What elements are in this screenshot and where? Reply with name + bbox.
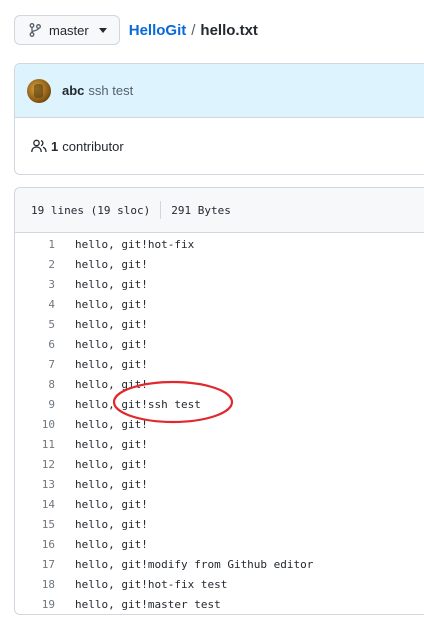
avatar[interactable] [27, 78, 51, 103]
line-text: hello, git! [75, 517, 148, 531]
line-number[interactable]: 13 [15, 478, 75, 491]
line-text: hello, git! [75, 317, 148, 331]
breadcrumb: HelloGit / hello.txt [129, 22, 258, 39]
file-viewer: 19 lines (19 sloc) 291 Bytes 1 hello, git… [14, 187, 424, 615]
line-number[interactable]: 15 [15, 518, 75, 531]
line-text: hello, git!hot-fix test [75, 577, 228, 591]
line-number[interactable]: 11 [15, 438, 75, 451]
code-body: 1 hello, git!hot-fix 2 hello, git! 3 hello, g… [15, 233, 424, 614]
code-line: 6 hello, git! [15, 334, 424, 354]
code-line: 1 hello, git!hot-fix [15, 234, 424, 254]
code-line: 14 hello, git! [15, 494, 424, 514]
line-text: hello, git!modify from Github editor [75, 557, 314, 571]
line-text: hello, git! [75, 497, 148, 511]
latest-commit-box: abc ssh test 1 contributor [14, 63, 424, 175]
code-line: 9 hello, git!ssh test [15, 394, 424, 414]
code-line: 16 hello, git! [15, 534, 424, 554]
code-line: 12 hello, git! [15, 454, 424, 474]
repo-link[interactable]: HelloGit [129, 22, 187, 39]
code-line: 10 hello, git! [15, 414, 424, 434]
line-number[interactable]: 8 [15, 378, 75, 391]
line-text: hello, git! [75, 337, 148, 351]
code-line: 11 hello, git! [15, 434, 424, 454]
commit-message[interactable]: ssh test [88, 83, 133, 98]
branch-name: master [49, 22, 89, 38]
code-line: 5 hello, git! [15, 314, 424, 334]
line-number[interactable]: 4 [15, 298, 75, 311]
commit-author[interactable]: abc [62, 83, 84, 98]
line-text: hello, git! [75, 457, 148, 471]
line-number[interactable]: 1 [15, 238, 75, 251]
line-text: hello, git! [75, 297, 148, 311]
file-header-bar: master HelloGit / hello.txt [14, 15, 258, 45]
line-number[interactable]: 18 [15, 578, 75, 591]
file-size: 291 Bytes [171, 203, 231, 217]
line-number[interactable]: 14 [15, 498, 75, 511]
branch-select-button[interactable]: master [14, 15, 120, 45]
file-name: hello.txt [200, 21, 258, 39]
code-line: 13 hello, git! [15, 474, 424, 494]
code-line: 19 hello, git!master test [15, 594, 424, 614]
code-line: 17 hello, git!modify from Github editor [15, 554, 424, 574]
code-line: 8 hello, git! [15, 374, 424, 394]
line-number[interactable]: 7 [15, 358, 75, 371]
line-number[interactable]: 12 [15, 458, 75, 471]
line-text: hello, git! [75, 277, 148, 291]
code-line: 2 hello, git! [15, 254, 424, 274]
divider [160, 201, 162, 219]
line-text: hello, git! [75, 377, 148, 391]
code-line: 15 hello, git! [15, 514, 424, 534]
line-number[interactable]: 16 [15, 538, 75, 551]
git-branch-icon [29, 23, 41, 37]
line-text: hello, git! [75, 477, 148, 491]
line-text: hello, git!hot-fix [75, 237, 195, 251]
line-text: hello, git! [75, 357, 148, 371]
line-count: 19 lines (19 sloc) [31, 203, 151, 217]
line-number[interactable]: 2 [15, 258, 75, 271]
code-line: 7 hello, git! [15, 354, 424, 374]
breadcrumb-separator: / [191, 21, 196, 39]
people-icon [31, 139, 47, 153]
caret-down-icon [98, 27, 107, 33]
line-number[interactable]: 9 [15, 398, 75, 411]
code-line: 3 hello, git! [15, 274, 424, 294]
code-line: 4 hello, git! [15, 294, 424, 314]
line-number[interactable]: 5 [15, 318, 75, 331]
line-text: hello, git!ssh test [75, 397, 201, 411]
line-text: hello, git! [75, 437, 148, 451]
commit-header: abc ssh test [15, 64, 424, 118]
line-number[interactable]: 19 [15, 598, 75, 611]
line-number[interactable]: 6 [15, 338, 75, 351]
code-line: 18 hello, git!hot-fix test [15, 574, 424, 594]
line-text: hello, git! [75, 257, 148, 271]
contributors-row[interactable]: 1 contributor [15, 118, 424, 174]
contributor-count: 1 [51, 138, 59, 154]
line-text: hello, git! [75, 417, 148, 431]
line-number[interactable]: 17 [15, 558, 75, 571]
line-number[interactable]: 3 [15, 278, 75, 291]
line-text: hello, git!master test [75, 597, 221, 611]
line-text: hello, git! [75, 537, 148, 551]
file-info-bar: 19 lines (19 sloc) 291 Bytes [15, 188, 424, 233]
contributor-label: contributor [62, 138, 124, 154]
line-number[interactable]: 10 [15, 418, 75, 431]
